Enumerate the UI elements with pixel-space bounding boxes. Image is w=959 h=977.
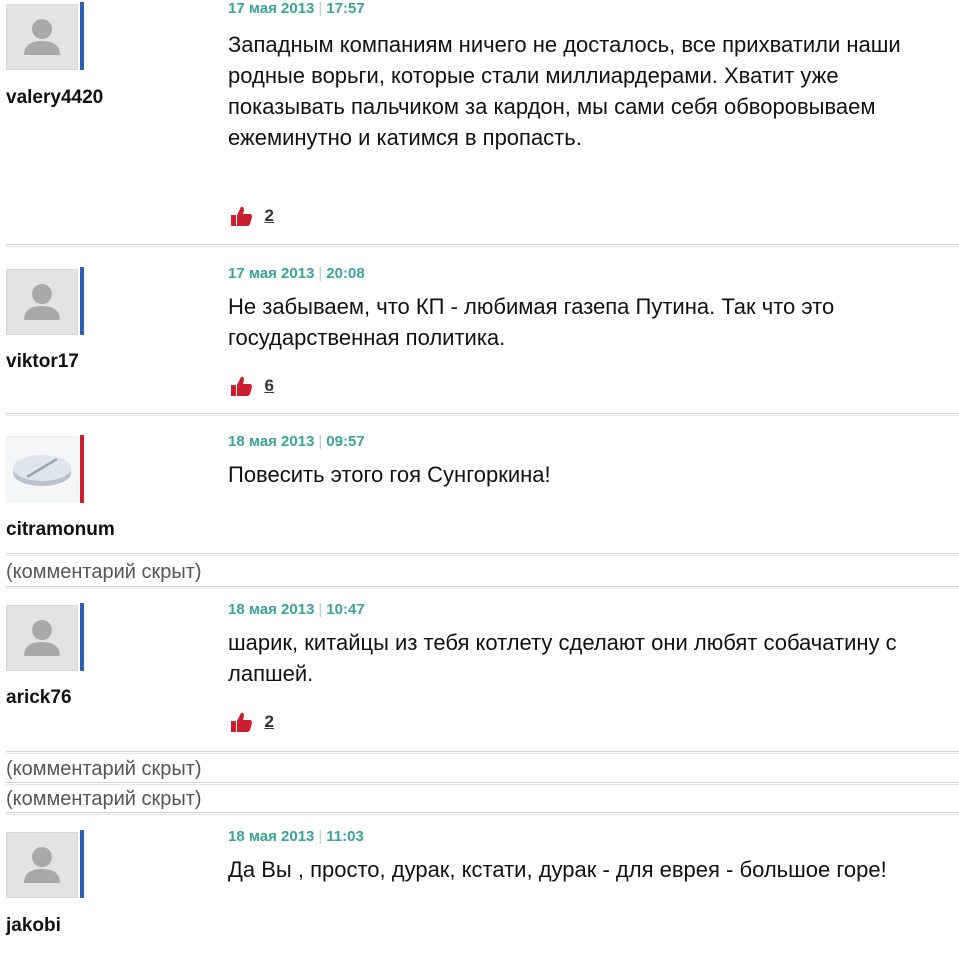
user-avatar[interactable] — [6, 436, 78, 502]
thumbs-up-icon[interactable] — [228, 204, 254, 228]
comment-time: 20:08 — [326, 265, 365, 282]
timestamp-separator: | — [318, 0, 323, 17]
like-control[interactable]: 2 — [228, 204, 274, 228]
username-link[interactable]: valery4420 — [6, 87, 103, 109]
like-control[interactable]: 6 — [228, 374, 274, 398]
timestamp-separator: | — [318, 265, 323, 282]
hidden-comment-notice: (комментарий скрыт) — [6, 561, 202, 583]
comment-divider — [6, 751, 959, 754]
username-link[interactable]: viktor17 — [6, 351, 79, 373]
comment-accent-bar — [80, 603, 84, 671]
comment-text: Повесить этого гоя Сунгоркина! — [228, 462, 551, 487]
default-user-icon — [24, 284, 60, 320]
comment-accent-bar — [80, 830, 84, 898]
comment-date: 17 мая 2013 — [228, 265, 315, 282]
username-link[interactable]: jakobi — [6, 915, 61, 937]
comment-text: Не забываем, что КП - любимая газепа Пут… — [228, 294, 835, 350]
like-control[interactable]: 2 — [228, 710, 274, 734]
comment-date: 18 мая 2013 — [228, 828, 315, 845]
timestamp-separator: | — [318, 601, 323, 618]
default-user-icon — [24, 19, 60, 55]
comment-divider — [6, 244, 959, 247]
comment-divider — [6, 413, 959, 416]
comment-date: 17 мая 2013 — [228, 0, 315, 17]
timestamp-separator: | — [318, 433, 323, 450]
comment-time: 17:57 — [326, 0, 365, 17]
thumbs-up-icon[interactable] — [228, 374, 254, 398]
comment-date: 18 мая 2013 — [228, 601, 315, 618]
comment-date: 18 мая 2013 — [228, 433, 315, 450]
default-user-icon — [24, 620, 60, 656]
comment-timestamp: 18 мая 2013 | 10:47 — [228, 601, 365, 618]
user-avatar[interactable] — [6, 269, 78, 335]
like-count[interactable]: 6 — [264, 376, 273, 396]
comment-time: 10:47 — [326, 601, 365, 618]
username-link[interactable]: arick76 — [6, 687, 72, 709]
comment-divider — [6, 586, 959, 589]
comment-time: 11:03 — [326, 828, 364, 845]
user-avatar[interactable] — [6, 4, 78, 70]
comment-text: шарик, китайцы из тебя котлету сделают о… — [228, 630, 897, 686]
pill-icon — [13, 455, 71, 486]
comment-time: 09:57 — [326, 433, 365, 450]
comment-text: Да Вы , просто, дурак, кстати, дурак - д… — [228, 857, 887, 882]
comment-accent-bar — [80, 435, 84, 503]
comment-timestamp: 17 мая 2013 | 17:57 — [228, 0, 365, 17]
comment-divider — [6, 782, 959, 785]
default-user-icon — [24, 847, 60, 883]
user-avatar[interactable] — [6, 832, 78, 898]
comment-text: Западным компаниям ничего не досталось, … — [228, 32, 901, 150]
comment-divider — [6, 812, 959, 815]
hidden-comment-notice: (комментарий скрыт) — [6, 788, 202, 810]
like-count[interactable]: 2 — [264, 206, 273, 226]
timestamp-separator: | — [318, 828, 323, 845]
comment-timestamp: 18 мая 2013 | 11:03 — [228, 828, 364, 845]
user-avatar[interactable] — [6, 605, 78, 671]
comment-accent-bar — [80, 267, 84, 335]
comment-divider — [6, 553, 959, 556]
comment-timestamp: 17 мая 2013 | 20:08 — [228, 265, 365, 282]
hidden-comment-notice: (комментарий скрыт) — [6, 758, 202, 780]
comment-timestamp: 18 мая 2013 | 09:57 — [228, 433, 365, 450]
comment-accent-bar — [80, 2, 84, 70]
username-link[interactable]: citramonum — [6, 519, 115, 541]
thumbs-up-icon[interactable] — [228, 710, 254, 734]
like-count[interactable]: 2 — [264, 712, 273, 732]
